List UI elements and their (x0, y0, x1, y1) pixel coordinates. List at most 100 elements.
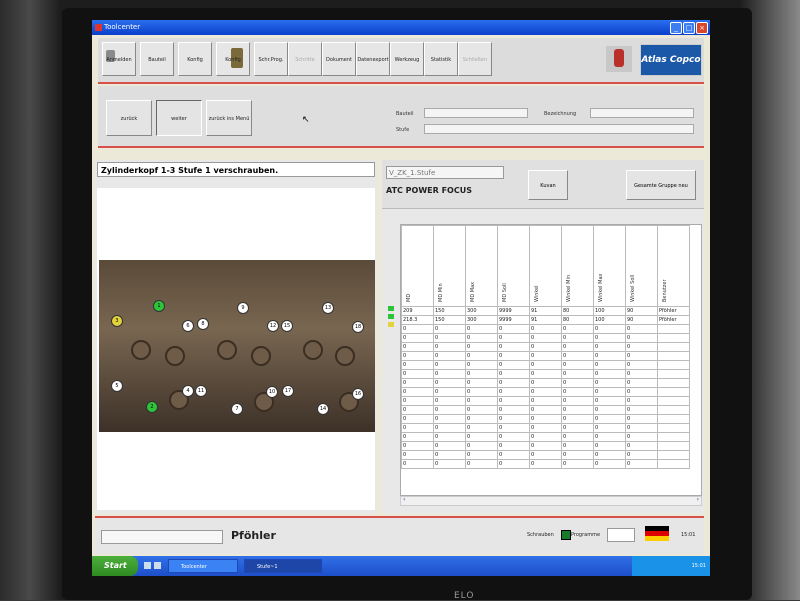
grid-column-header[interactable]: Winkel Min (561, 225, 594, 307)
grid-column-header[interactable]: Benutzer (657, 225, 690, 307)
bolt-marker[interactable]: 17 (282, 385, 294, 397)
grid-cell: 0 (625, 387, 658, 397)
grid-cell: 0 (593, 441, 626, 451)
toolbar-anmelden-button[interactable]: Anmelden (102, 42, 136, 76)
message-field (101, 530, 223, 544)
grid-cell: 0 (561, 360, 594, 370)
grid-cell: 0 (593, 432, 626, 442)
german-flag-icon[interactable] (645, 526, 669, 541)
table-row[interactable]: 00000000 (401, 360, 690, 370)
table-row[interactable]: 00000000 (401, 450, 690, 460)
table-row[interactable]: 00000000 (401, 369, 690, 379)
bolt-marker[interactable]: 4 (182, 385, 194, 397)
program-name-field[interactable]: V_ZK_1.Stufe (386, 166, 504, 179)
toolbar-konfig-user-button[interactable]: Konfig (216, 42, 250, 76)
grid-cell: 0 (401, 369, 434, 379)
quicklaunch-icon[interactable] (154, 562, 161, 569)
back-button[interactable]: zurück (106, 100, 152, 136)
grid-cell: 0 (593, 396, 626, 406)
table-row[interactable]: 00000000 (401, 324, 690, 334)
bolt-marker[interactable]: 6 (182, 320, 194, 332)
bolt-marker[interactable]: 12 (267, 320, 279, 332)
grid-cell: 0 (529, 423, 562, 433)
table-row[interactable]: 00000000 (401, 414, 690, 424)
scroll-right-icon[interactable]: › (697, 496, 699, 503)
bolt-marker[interactable]: 13 (322, 302, 334, 314)
start-button[interactable]: Start (92, 556, 138, 576)
reset-group-button[interactable]: Gesamte Gruppe neu (626, 170, 696, 200)
bolt-marker[interactable]: 16 (352, 388, 364, 400)
grid-column-header[interactable]: Winkel Max (593, 225, 626, 307)
table-row[interactable]: 00000000 (401, 423, 690, 433)
table-row[interactable]: 00000000 (401, 342, 690, 352)
engine-bore (303, 340, 323, 360)
toolbar-konfig-button[interactable]: Konfig (178, 42, 212, 76)
bolt-marker[interactable]: 5 (111, 380, 123, 392)
grid-cell: 0 (465, 423, 498, 433)
grid-cell: 0 (529, 396, 562, 406)
taskbar-item-toolcenter[interactable]: Toolcenter (168, 559, 238, 573)
bolt-marker[interactable]: 9 (237, 302, 249, 314)
scroll-left-icon[interactable]: ‹ (403, 496, 405, 503)
minimize-button[interactable]: _ (670, 22, 682, 34)
toolbar-bauteil-button[interactable]: Bauteil (140, 42, 174, 76)
table-row[interactable]: 00000000 (401, 405, 690, 415)
kuvan-button[interactable]: Kuvan (528, 170, 568, 200)
results-grid[interactable]: MD MD Min MD Max MD Soll Winkel Winkel Min Win… (400, 224, 702, 496)
bauteil-field[interactable] (424, 108, 528, 118)
grid-cell: 100 (593, 315, 626, 325)
table-row[interactable]: 00000000 (401, 351, 690, 361)
bolt-marker[interactable]: 2 (146, 401, 158, 413)
table-row[interactable]: 00000000 (401, 432, 690, 442)
table-row[interactable]: 00000000 (401, 387, 690, 397)
toolbar-statistik-button[interactable]: Statistik (424, 42, 458, 76)
table-row[interactable]: 00000000 (401, 396, 690, 406)
grid-cell: 0 (593, 423, 626, 433)
bezeichnung-field[interactable] (590, 108, 694, 118)
bolt-marker[interactable]: 15 (281, 320, 293, 332)
table-row[interactable]: 00000000 (401, 333, 690, 343)
grid-cell (657, 342, 690, 352)
grid-horizontal-scrollbar[interactable]: ‹ › (400, 496, 702, 506)
table-row[interactable]: 00000000 (401, 459, 690, 469)
grid-cell: 0 (497, 324, 530, 334)
grid-cell: 0 (433, 324, 466, 334)
toolbar-schliessen-button[interactable]: Schließen (458, 42, 492, 76)
bolt-marker[interactable]: 11 (195, 385, 207, 397)
toolbar-datenexport-button[interactable]: Datenexport (356, 42, 390, 76)
toolbar-dokument-button[interactable]: Dokument (322, 42, 356, 76)
bolt-marker[interactable]: 18 (352, 321, 364, 333)
grid-column-header[interactable]: MD Soll (497, 225, 530, 307)
bolt-marker[interactable]: 3 (111, 315, 123, 327)
bauteil-label: Bauteil (396, 111, 414, 117)
close-button[interactable]: × (696, 22, 708, 34)
exit-person-icon[interactable] (606, 46, 632, 72)
engine-bore (131, 340, 151, 360)
grid-column-header[interactable]: Winkel (529, 225, 562, 307)
back-to-menu-button[interactable]: zurück ins Menü (206, 100, 252, 136)
bolt-marker[interactable]: 7 (231, 403, 243, 415)
bolt-marker[interactable]: 14 (317, 403, 329, 415)
table-row[interactable]: 209 150 300 9999 91 80 100 90 Pföhler (401, 306, 690, 316)
toolbar-schritte-button[interactable]: Schritte (288, 42, 322, 76)
grid-column-header[interactable]: MD Max (465, 225, 498, 307)
stufe-field[interactable] (424, 124, 694, 134)
next-button[interactable]: weiter (156, 100, 202, 136)
bolt-marker[interactable]: 1 (153, 300, 165, 312)
bolt-marker[interactable]: 8 (197, 318, 209, 330)
table-row[interactable]: 218.3 150 300 9999 91 80 100 90 Pföhler (401, 315, 690, 325)
taskbar-item-stufe[interactable]: Stufe~1 (244, 559, 322, 573)
bolt-marker[interactable]: 10 (266, 386, 278, 398)
grid-cell (657, 450, 690, 460)
maximize-button[interactable]: □ (683, 22, 695, 34)
grid-column-header[interactable]: Winkel Soll (625, 225, 658, 307)
toolbar-schr-prog-button[interactable]: Schr.Prog. (254, 42, 288, 76)
table-row[interactable]: 00000000 (401, 378, 690, 388)
toolbar-werkzeug-button[interactable]: Werkzeug (390, 42, 424, 76)
grid-cell: 0 (465, 414, 498, 424)
quicklaunch-icon[interactable] (144, 562, 151, 569)
grid-cell: 0 (593, 369, 626, 379)
grid-column-header[interactable]: MD Min (433, 225, 466, 307)
table-row[interactable]: 00000000 (401, 441, 690, 451)
grid-column-header[interactable]: MD (401, 225, 434, 307)
